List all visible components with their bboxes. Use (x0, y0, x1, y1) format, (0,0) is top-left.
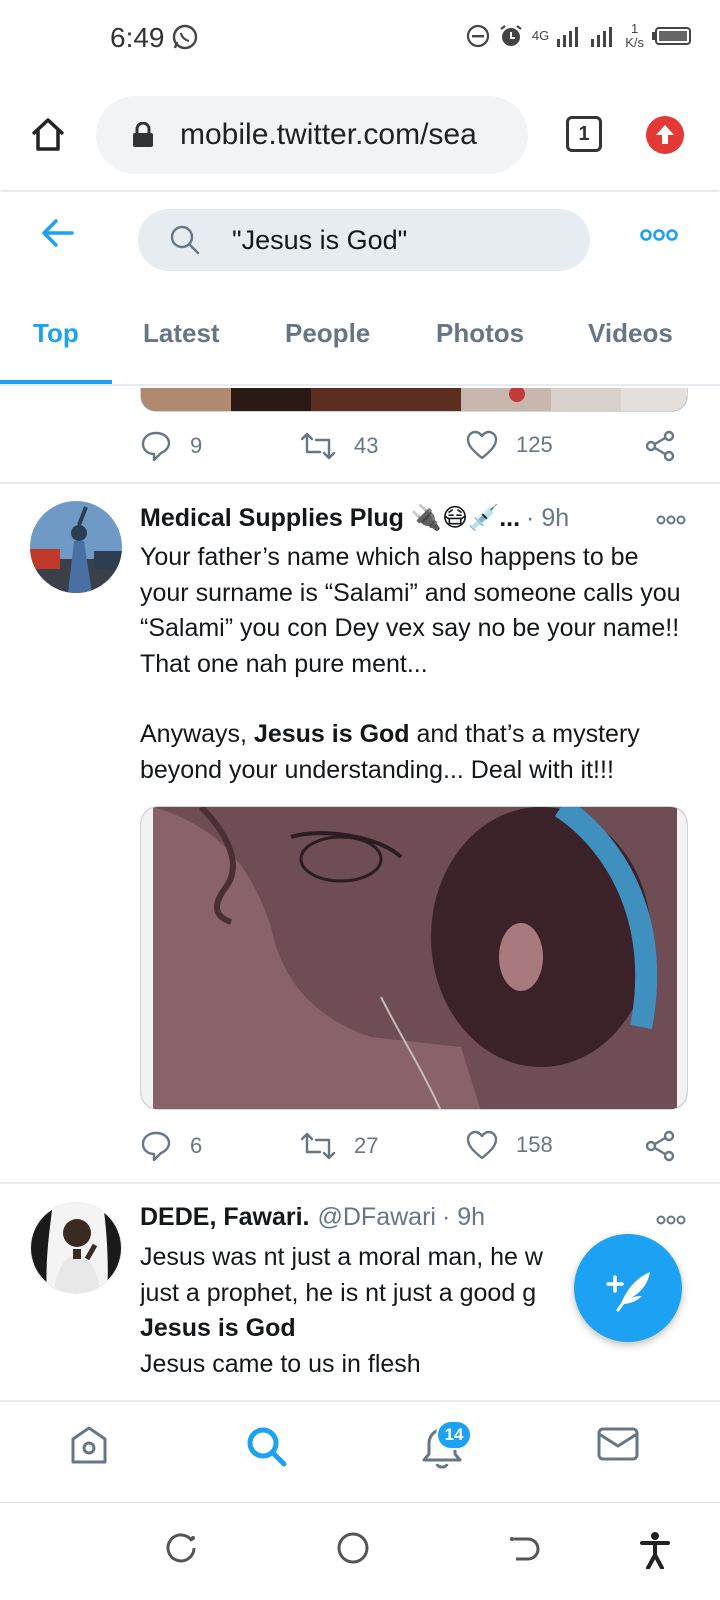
home-circle-icon[interactable] (336, 1531, 370, 1570)
alarm-icon (498, 23, 524, 49)
share-icon[interactable] (644, 430, 676, 462)
messages-envelope-icon[interactable] (596, 1424, 640, 1469)
search-icon (170, 225, 200, 260)
avatar[interactable] (30, 501, 122, 593)
compose-feather-icon (606, 1272, 650, 1312)
retweet-count: 27 (354, 1133, 379, 1158)
share-icon[interactable] (644, 1130, 676, 1162)
url-bar[interactable]: mobile.twitter.com/sea (96, 96, 528, 174)
tab-videos[interactable]: Videos (588, 318, 673, 349)
tweet-text-highlight: Jesus is God (140, 1314, 296, 1342)
tweet-more-icon[interactable] (656, 1212, 686, 1230)
like-count: 158 (516, 1132, 553, 1157)
tab-latest[interactable]: Latest (143, 318, 220, 349)
lock-icon (132, 121, 154, 153)
tweet-text-line: Jesus came to us in flesh (140, 1349, 421, 1378)
do-not-disturb-icon (466, 24, 490, 48)
tab-photos[interactable]: Photos (436, 318, 524, 349)
active-tab-indicator (0, 380, 112, 384)
network-type: 4G (531, 28, 550, 43)
like-button[interactable]: 125 (466, 430, 553, 460)
reply-count: 9 (190, 433, 203, 458)
tweet-divider (0, 482, 720, 484)
tweet-time[interactable]: · 9h (442, 1203, 485, 1232)
battery-icon (652, 26, 692, 46)
status-icons: 4G 1 K/s (466, 22, 692, 50)
tweet-time[interactable]: · 9h (526, 504, 569, 533)
whatsapp-icon (172, 24, 198, 55)
browser-tabs-button[interactable]: 1 (566, 116, 602, 152)
data-speed-unit: K/s (625, 35, 644, 50)
reply-button[interactable]: 9 (140, 430, 202, 462)
reply-count: 6 (190, 1133, 203, 1158)
status-time: 6:49 (110, 22, 165, 53)
author-handle[interactable]: @DFawari (318, 1203, 436, 1232)
retweet-button[interactable]: 27 (300, 1130, 378, 1162)
author-name[interactable]: DEDE, Fawari. (140, 1203, 310, 1232)
author-name[interactable]: Medical Supplies Plug 🔌😷💉... (140, 503, 520, 533)
tweet-text: Your father’s name which also happens to… (140, 540, 685, 788)
more-options-icon[interactable] (640, 228, 678, 247)
like-count: 125 (516, 432, 553, 457)
back-arrow-icon[interactable] (40, 218, 74, 253)
url-text: mobile.twitter.com/sea (180, 118, 477, 151)
retweet-button[interactable]: 43 (300, 430, 378, 462)
status-bar: 6:49 4G 1 K/s (0, 0, 720, 80)
like-button[interactable]: 158 (466, 1130, 553, 1160)
back-nav-icon[interactable] (508, 1531, 542, 1570)
system-navigation-bar (0, 1502, 720, 1600)
tweet-header: DEDE, Fawari. @DFawari · 9h (140, 1203, 485, 1232)
tweet-more-icon[interactable] (656, 512, 686, 530)
reply-button[interactable]: 6 (140, 1130, 202, 1162)
tweet-text-highlight: Jesus is God (253, 720, 410, 748)
search-tabs: Top Latest People Photos Videos (0, 290, 720, 386)
browser-home-icon[interactable] (28, 114, 68, 154)
tweet-text-part: Anyways, (140, 720, 254, 748)
tweet-divider (0, 1182, 720, 1184)
avatar[interactable] (30, 1202, 122, 1294)
tweet-media-image[interactable] (140, 388, 688, 412)
tab-top[interactable]: Top (33, 318, 79, 349)
signal-icon-2 (591, 25, 617, 47)
home-icon[interactable] (68, 1424, 110, 1471)
search-query: "Jesus is God" (232, 225, 408, 255)
tweet-header: Medical Supplies Plug 🔌😷💉... · 9h (140, 503, 569, 533)
tweet-media-image[interactable] (140, 806, 688, 1110)
tab-people[interactable]: People (285, 318, 370, 349)
search-input[interactable]: "Jesus is God" (138, 209, 590, 271)
retweet-count: 43 (354, 433, 379, 458)
notifications-badge: 14 (436, 1420, 472, 1450)
recent-apps-icon[interactable] (164, 1531, 198, 1570)
browser-toolbar: mobile.twitter.com/sea 1 (0, 80, 720, 190)
tweet-text-paragraph: Anyways, Jesus is God and that’s a myste… (140, 717, 685, 788)
twitter-bottom-nav: 14 (0, 1400, 720, 1500)
tweet-text-paragraph: Your father’s name which also happens to… (140, 543, 681, 678)
compose-tweet-button[interactable] (574, 1234, 682, 1342)
accessibility-icon[interactable] (640, 1531, 670, 1574)
tweet-actions: 9 43 125 (140, 430, 690, 470)
update-icon[interactable] (646, 116, 684, 154)
twitter-search-header: "Jesus is God" (0, 192, 720, 278)
tweet-actions: 6 27 158 (140, 1130, 690, 1170)
data-speed-value: 1 (630, 21, 639, 36)
data-speed: 1 K/s (625, 22, 644, 50)
search-nav-icon[interactable] (244, 1424, 288, 1473)
signal-icon (557, 25, 583, 47)
